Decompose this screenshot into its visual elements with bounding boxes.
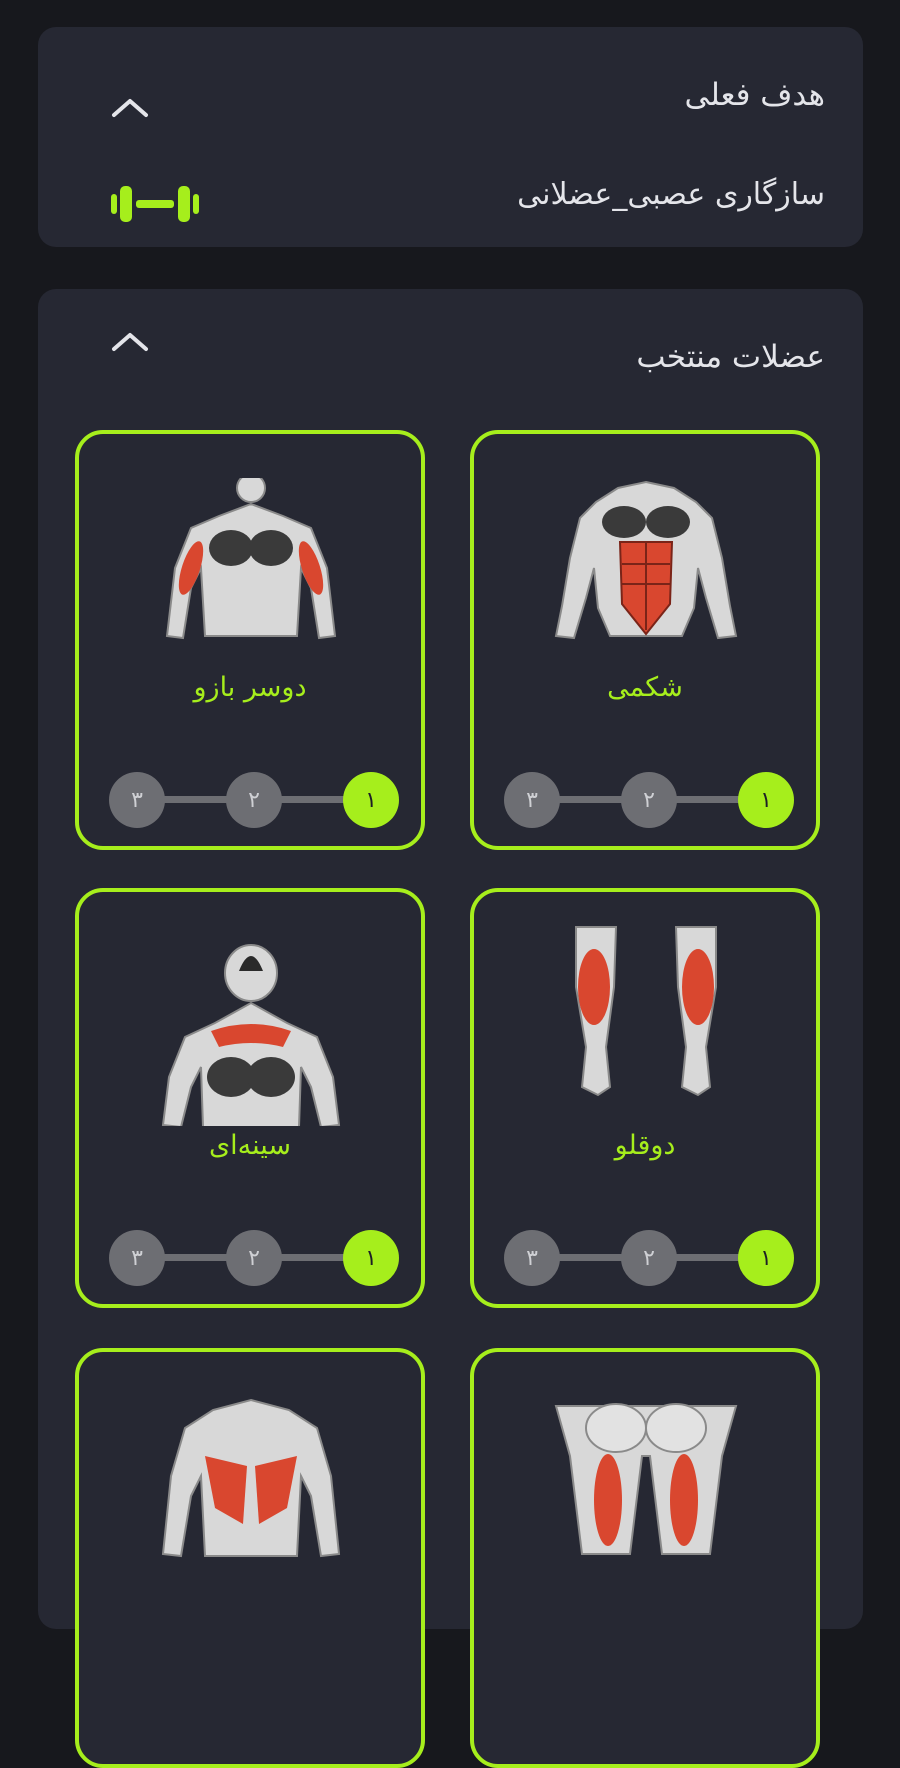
- muscle-card-label: شکمی: [607, 672, 683, 703]
- level-step-2[interactable]: ۲: [621, 772, 677, 828]
- level-step-3[interactable]: ۳: [504, 772, 560, 828]
- dumbbell-icon: [111, 186, 199, 222]
- selected-muscles-title: عضلات منتخب: [636, 339, 825, 375]
- abs-muscle-illustration: [554, 480, 738, 640]
- level-step-1[interactable]: ۱: [738, 1230, 794, 1286]
- lats-muscle-illustration: [161, 1398, 341, 1558]
- level-stepper: ۳ ۲ ۱: [504, 1230, 794, 1286]
- muscle-card-abs[interactable]: شکمی ۳ ۲ ۱: [470, 430, 820, 850]
- biceps-muscle-illustration: [165, 478, 337, 640]
- muscle-card-label: سینه‌ای: [208, 1130, 292, 1161]
- level-step-2[interactable]: ۲: [226, 1230, 282, 1286]
- current-goal-title: هدف فعلی: [684, 77, 825, 113]
- muscle-card-lats[interactable]: [75, 1348, 425, 1768]
- level-step-3[interactable]: ۳: [109, 772, 165, 828]
- chest-muscle-illustration: [161, 944, 341, 1126]
- calves-muscle-illustration: [575, 926, 717, 1097]
- muscle-card-hamstrings[interactable]: [470, 1348, 820, 1768]
- level-stepper: ۳ ۲ ۱: [504, 772, 794, 828]
- level-step-3[interactable]: ۳: [504, 1230, 560, 1286]
- current-goal-value: سازگاری عصبی_عضلانی: [517, 177, 825, 212]
- level-step-2[interactable]: ۲: [226, 772, 282, 828]
- hamstrings-muscle-illustration: [554, 1403, 738, 1555]
- chevron-up-icon[interactable]: [110, 329, 150, 353]
- level-step-1[interactable]: ۱: [738, 772, 794, 828]
- muscle-card-chest[interactable]: سینه‌ای ۳ ۲ ۱: [75, 888, 425, 1308]
- level-stepper: ۳ ۲ ۱: [109, 772, 399, 828]
- muscle-card-calves[interactable]: دوقلو ۳ ۲ ۱: [470, 888, 820, 1308]
- level-step-2[interactable]: ۲: [621, 1230, 677, 1286]
- level-step-3[interactable]: ۳: [109, 1230, 165, 1286]
- level-step-1[interactable]: ۱: [343, 772, 399, 828]
- level-stepper: ۳ ۲ ۱: [109, 1230, 399, 1286]
- level-step-1[interactable]: ۱: [343, 1230, 399, 1286]
- current-goal-panel: هدف فعلی سازگاری عصبی_عضلانی: [38, 27, 863, 247]
- muscle-card-biceps[interactable]: دوسر بازو ۳ ۲ ۱: [75, 430, 425, 850]
- muscle-card-label: دوسر بازو: [193, 672, 307, 703]
- muscle-card-label: دوقلو: [614, 1130, 676, 1161]
- selected-muscles-panel: عضلات منتخب شکمی ۳ ۲ ۱ دوسر بازو ۳ ۲ ۱ د…: [38, 289, 863, 1768]
- chevron-up-icon[interactable]: [110, 95, 150, 119]
